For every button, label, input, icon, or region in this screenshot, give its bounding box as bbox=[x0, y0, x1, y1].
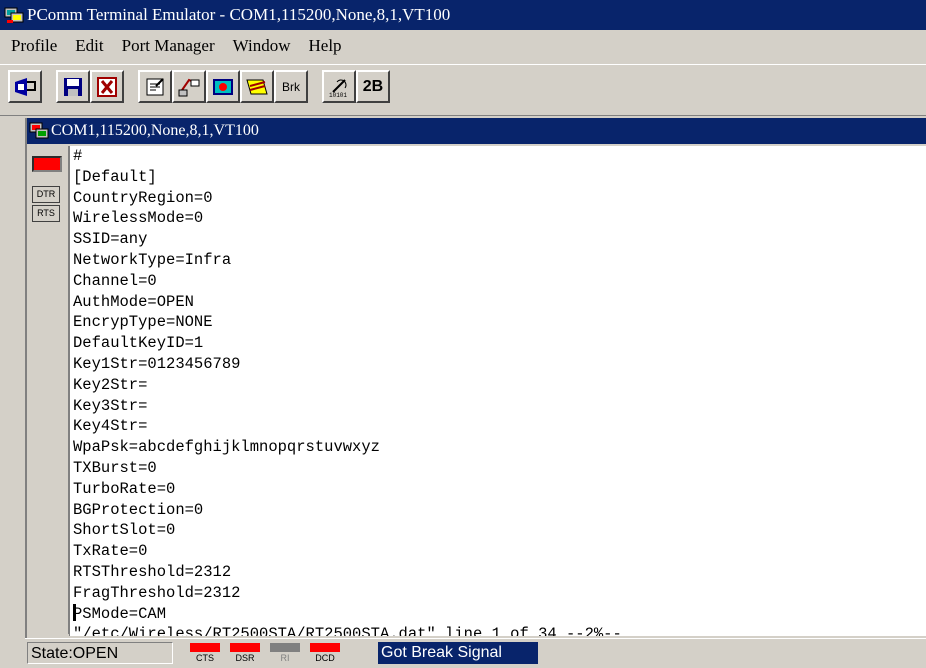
break-button[interactable]: Brk bbox=[274, 70, 308, 103]
cts-bar bbox=[190, 643, 220, 652]
binary-icon: 10101 bbox=[329, 78, 347, 98]
session-icon bbox=[29, 121, 49, 141]
capture-icon bbox=[213, 78, 233, 95]
send-file-button[interactable] bbox=[240, 70, 274, 103]
terminal-line: PSMode=CAM bbox=[73, 604, 167, 623]
terminal-line: Key1Str=0123456789 bbox=[73, 354, 241, 373]
cts-indicator: CTS bbox=[190, 643, 220, 664]
terminal-line: CountryRegion=0 bbox=[73, 188, 213, 207]
menu-help[interactable]: Help bbox=[309, 36, 342, 56]
dsr-label: DSR bbox=[230, 652, 260, 664]
terminal-line: WpaPsk=abcdefghijklmnopqrstuvwxyz bbox=[73, 438, 380, 457]
save-button[interactable] bbox=[56, 70, 90, 103]
session-title: COM1,115200,None,8,1,VT100 bbox=[51, 122, 259, 139]
svg-text:10101: 10101 bbox=[329, 92, 347, 98]
two-byte-button[interactable]: 2B bbox=[356, 70, 390, 103]
terminal-line: [Default] bbox=[73, 167, 157, 186]
cts-label: CTS bbox=[190, 652, 220, 664]
terminal-line: TxRate=0 bbox=[73, 542, 148, 561]
save-icon bbox=[64, 77, 82, 96]
signal-panel: DTR RTS bbox=[27, 146, 69, 634]
menu-port-manager[interactable]: Port Manager bbox=[122, 36, 215, 56]
rts-button[interactable]: RTS bbox=[32, 205, 60, 222]
properties-button[interactable] bbox=[138, 70, 172, 103]
terminal-line: Key2Str= bbox=[73, 375, 148, 394]
terminal-line: Channel=0 bbox=[73, 271, 157, 290]
dcd-bar bbox=[310, 643, 340, 652]
terminal-line: Key4Str= bbox=[73, 417, 148, 436]
terminal-line: DefaultKeyID=1 bbox=[73, 334, 204, 353]
binary-button[interactable]: 10101 bbox=[322, 70, 356, 103]
menu-edit[interactable]: Edit bbox=[75, 36, 103, 56]
terminal-line: RTSThreshold=2312 bbox=[73, 562, 232, 581]
properties-icon bbox=[146, 77, 164, 95]
exit-button[interactable] bbox=[90, 70, 124, 103]
session-title-bar[interactable]: COM1,115200,None,8,1,VT100 bbox=[27, 118, 926, 144]
connection-state: State:OPEN bbox=[27, 642, 173, 664]
open-port-button[interactable] bbox=[8, 70, 42, 103]
terminal-line: ShortSlot=0 bbox=[73, 521, 176, 540]
terminal-text: # [Default] CountryRegion=0 WirelessMode… bbox=[70, 146, 926, 636]
title-bar[interactable]: PComm Terminal Emulator - COM1,115200,No… bbox=[0, 0, 926, 30]
status-bar: State:OPEN CTS DSR RI DCD Got Break Sign… bbox=[25, 638, 926, 667]
transfer-icon bbox=[178, 78, 200, 96]
terminal-line: # bbox=[73, 147, 83, 165]
two-byte-label: 2B bbox=[362, 77, 384, 95]
terminal-line: BGProtection=0 bbox=[73, 500, 204, 519]
window-title: PComm Terminal Emulator - COM1,115200,No… bbox=[27, 5, 451, 24]
toolbar: Brk 10101 2B bbox=[0, 64, 926, 116]
transfer-button[interactable] bbox=[172, 70, 206, 103]
terminal-line: SSID=any bbox=[73, 230, 148, 249]
ri-indicator: RI bbox=[270, 643, 300, 664]
app-icon bbox=[4, 5, 24, 25]
terminal-line: AuthMode=OPEN bbox=[73, 292, 194, 311]
menu-window[interactable]: Window bbox=[233, 36, 291, 56]
terminal-line: FragThreshold=2312 bbox=[73, 583, 241, 602]
ri-label: RI bbox=[270, 652, 300, 664]
status-message: Got Break Signal bbox=[378, 642, 538, 664]
terminal-line: Key3Str= bbox=[73, 396, 148, 415]
terminal-line: "/etc/Wireless/RT2500STA/RT2500STA.dat" … bbox=[73, 625, 622, 636]
terminal-screen[interactable]: # [Default] CountryRegion=0 WirelessMode… bbox=[69, 146, 926, 636]
dcd-indicator: DCD bbox=[310, 643, 340, 664]
dtr-button[interactable]: DTR bbox=[32, 186, 60, 203]
menu-bar: Profile Edit Port Manager Window Help bbox=[0, 31, 926, 61]
terminal-line: EncrypType=NONE bbox=[73, 313, 213, 332]
break-label: Brk bbox=[282, 79, 300, 94]
capture-button[interactable] bbox=[206, 70, 240, 103]
send-file-icon bbox=[246, 79, 268, 94]
exit-icon bbox=[97, 76, 117, 97]
terminal-line: WirelessMode=0 bbox=[73, 209, 204, 228]
terminal-line: NetworkType=Infra bbox=[73, 250, 232, 269]
dsr-indicator: DSR bbox=[230, 643, 260, 664]
line-status-led bbox=[32, 156, 62, 172]
menu-profile[interactable]: Profile bbox=[11, 36, 57, 56]
dcd-label: DCD bbox=[310, 652, 340, 664]
ri-bar bbox=[270, 643, 300, 652]
main-window: PComm Terminal Emulator - COM1,115200,No… bbox=[0, 0, 926, 668]
session-window: COM1,115200,None,8,1,VT100 DTR RTS # [De… bbox=[25, 118, 926, 664]
terminal-line: TXBurst=0 bbox=[73, 458, 157, 477]
dsr-bar bbox=[230, 643, 260, 652]
open-port-icon bbox=[15, 77, 36, 96]
terminal-line: TurboRate=0 bbox=[73, 479, 176, 498]
